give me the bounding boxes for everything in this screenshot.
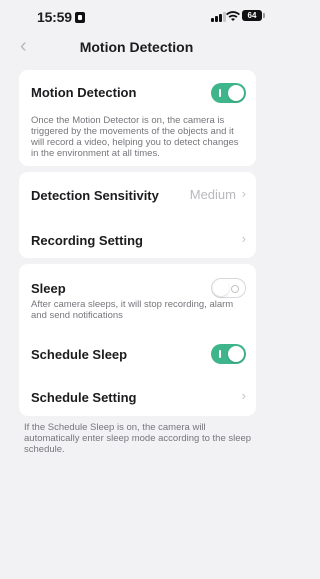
sleep-label: Sleep <box>31 281 66 296</box>
recording-setting-label: Recording Setting <box>31 233 143 248</box>
status-time: 15:59 <box>37 9 85 25</box>
motion-detection-row: Motion Detection <box>31 83 246 104</box>
sleep-row: Sleep <box>31 278 246 298</box>
wifi-icon <box>226 11 240 21</box>
recording-setting-row[interactable]: Recording Setting › <box>31 231 246 250</box>
page-title: Motion Detection <box>79 39 194 55</box>
battery-icon: 64 <box>242 10 265 21</box>
motion-detection-card: Motion Detection Once the Motion Detecto… <box>19 70 256 166</box>
screen-record-icon <box>74 12 85 23</box>
chevron-right-icon: › <box>241 186 246 201</box>
detection-sensitivity-label: Detection Sensitivity <box>31 188 159 203</box>
sleep-settings-card: Sleep After camera sleeps, it will stop … <box>19 264 256 416</box>
navigation-bar: ‹ Motion Detection <box>0 34 273 62</box>
time-text: 15:59 <box>37 9 72 25</box>
schedule-sleep-note: If the Schedule Sleep is on, the camera … <box>24 422 252 455</box>
schedule-sleep-row: Schedule Sleep <box>31 344 246 364</box>
motion-detection-description: Once the Motion Detector is on, the came… <box>31 115 239 159</box>
sleep-description: After camera sleeps, it will stop record… <box>31 299 234 321</box>
signal-icon <box>211 12 226 22</box>
schedule-sleep-toggle[interactable] <box>211 344 246 364</box>
sleep-toggle[interactable] <box>211 278 246 298</box>
schedule-sleep-label: Schedule Sleep <box>31 347 128 362</box>
motion-detection-label: Motion Detection <box>31 85 137 100</box>
schedule-setting-label: Schedule Setting <box>31 390 137 405</box>
schedule-setting-row[interactable]: Schedule Setting › <box>31 388 246 407</box>
chevron-right-icon: › <box>241 388 246 403</box>
status-bar: 15:59 64 <box>0 0 273 30</box>
detection-sensitivity-value: Medium <box>189 187 236 202</box>
battery-level: 64 <box>247 11 257 20</box>
motion-detection-toggle[interactable] <box>211 83 246 103</box>
detection-settings-card: Detection Sensitivity Medium › Recording… <box>19 172 256 258</box>
detection-sensitivity-row[interactable]: Detection Sensitivity Medium › <box>31 186 246 205</box>
chevron-right-icon: › <box>241 231 246 246</box>
